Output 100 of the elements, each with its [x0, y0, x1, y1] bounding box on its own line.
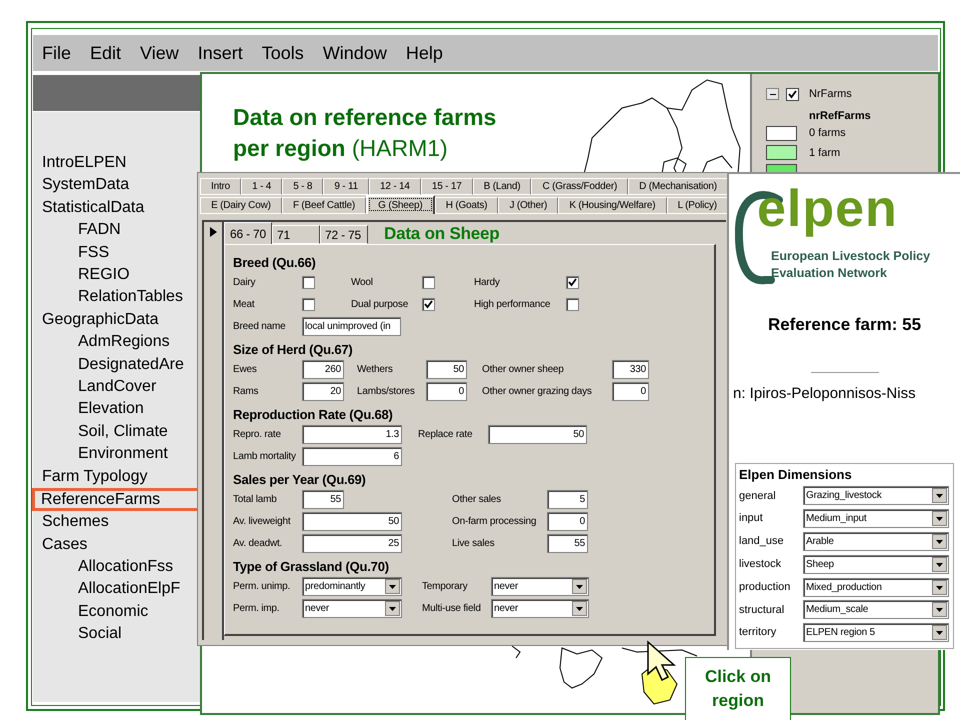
input-field[interactable]: 1.3 [302, 424, 402, 444]
tab[interactable]: L (Policy) [666, 197, 728, 214]
sidebar-item[interactable]: Economic [33, 600, 201, 624]
dropdown[interactable]: Grazing_livestock [803, 486, 949, 506]
tab[interactable]: F (Beef Cattle) [282, 197, 366, 214]
sidebar-item[interactable]: AllocationElpF [33, 578, 201, 601]
tab[interactable]: J (Other) [498, 197, 558, 214]
dropdown[interactable]: Medium_scale [803, 600, 949, 620]
dropdown[interactable]: Sheep [803, 554, 949, 574]
tab[interactable]: 5 - 8 [282, 178, 324, 195]
input-field[interactable]: 0 [426, 382, 467, 400]
menu-item[interactable]: File [42, 40, 72, 66]
checkbox[interactable] [422, 276, 435, 288]
tab[interactable]: 15 - 17 [420, 178, 473, 195]
tab[interactable]: 71 [272, 225, 320, 244]
field-label: On-farm processing [452, 514, 538, 528]
menu-item[interactable]: Tools [262, 40, 304, 66]
sidebar-item[interactable]: ReferenceFarms [32, 488, 200, 512]
sidebar-item[interactable]: RelationTables [33, 286, 201, 309]
sidebar-item[interactable]: AdmRegions [33, 331, 201, 354]
checkbox[interactable] [302, 298, 315, 310]
input-field[interactable]: 0 [547, 512, 588, 530]
row-selector-icon [210, 227, 216, 237]
dropdown[interactable]: predominantly [302, 576, 402, 596]
sidebar-item[interactable]: Cases [33, 534, 201, 556]
input-field[interactable]: 330 [612, 360, 649, 378]
input-field[interactable]: 5 [547, 490, 588, 508]
sidebar-item[interactable]: GeographicData [33, 308, 201, 332]
menu-item[interactable]: Insert [198, 40, 243, 66]
dropdown[interactable]: Mixed_production [803, 578, 949, 597]
input-field[interactable]: local unimproved (in [302, 316, 401, 336]
tab[interactable]: H (Goats) [434, 197, 498, 214]
input-field[interactable]: 25 [302, 534, 402, 552]
field-label: Rams [233, 384, 260, 398]
checkbox[interactable] [566, 298, 579, 310]
sidebar-item[interactable]: FSS [33, 242, 201, 264]
sidebar-item[interactable]: Elevation [33, 398, 201, 421]
sidebar-item[interactable]: FADN [33, 219, 201, 242]
tab[interactable]: G (Sheep) [366, 195, 435, 214]
tab[interactable]: 66 - 70 [224, 222, 272, 244]
menu-item[interactable]: Help [406, 40, 443, 66]
tab[interactable]: B (Land) [472, 178, 532, 195]
input-field[interactable]: 55 [302, 490, 344, 508]
dropdown[interactable]: Arable [803, 532, 949, 551]
tab[interactable]: Intro [200, 178, 242, 195]
tab[interactable]: C (Grass/Fodder) [531, 178, 628, 195]
collapse-toggle[interactable] [766, 88, 779, 100]
layer-checkbox[interactable] [786, 88, 799, 100]
callout-note: Click on region [685, 657, 791, 720]
sidebar-item[interactable]: StatisticalData [33, 196, 201, 220]
dropdown[interactable]: never [491, 576, 589, 596]
checkbox[interactable] [566, 276, 579, 288]
input-field[interactable]: 50 [488, 424, 587, 444]
input-field[interactable]: 0 [612, 382, 649, 400]
input-field[interactable]: 20 [302, 382, 344, 400]
tab[interactable]: K (Housing/Welfare) [558, 197, 666, 214]
legend-field: nrRefFarms [766, 108, 934, 122]
sidebar-item[interactable]: LandCover [33, 376, 201, 398]
legend-label: 1 farm [809, 146, 840, 160]
sidebar-item[interactable]: Soil, Climate [33, 420, 201, 444]
section-heading: Sales per Year (Qu.69) [233, 471, 367, 488]
field-label: Total lamb [233, 492, 278, 506]
sidebar-item[interactable]: REGIO [33, 264, 201, 286]
region-name: n: Ipiros-Peloponnisos-Niss [732, 384, 917, 404]
field-label: Multi-use field [422, 602, 482, 616]
sidebar-item[interactable]: IntroELPEN [33, 152, 201, 174]
field-label: Hardy [474, 276, 501, 290]
dropdown[interactable]: never [491, 598, 589, 618]
input-field[interactable]: 50 [426, 360, 467, 378]
sidebar-item[interactable]: SystemData [33, 174, 201, 197]
section-heading: Size of Herd (Qu.67) [233, 341, 354, 358]
tab[interactable]: E (Dairy Cow) [200, 197, 282, 214]
menu-item[interactable]: View [140, 40, 179, 66]
tab[interactable]: 72 - 75 [320, 225, 368, 244]
checkbox[interactable] [422, 298, 435, 310]
menu-item[interactable]: Edit [90, 40, 122, 66]
dropdown[interactable]: never [302, 598, 402, 618]
field-label: Repro. rate [233, 428, 282, 442]
tab[interactable]: D (Mechanisation) [628, 178, 728, 195]
menu-item[interactable]: Window [322, 40, 387, 66]
tab[interactable]: 12 - 14 [369, 178, 421, 195]
section-heading: Breed (Qu.66) [233, 254, 317, 271]
sidebar-item[interactable]: Schemes [33, 511, 201, 534]
tab[interactable]: 9 - 11 [323, 178, 369, 195]
tab[interactable]: 1 - 4 [241, 178, 282, 195]
sidebar-item[interactable]: Social [33, 623, 201, 646]
input-field[interactable]: 55 [547, 534, 588, 552]
input-field[interactable]: 260 [302, 360, 344, 378]
checkbox[interactable] [302, 276, 315, 288]
input-field[interactable]: 50 [302, 512, 402, 530]
input-field[interactable]: 6 [302, 446, 402, 466]
field-label: Lambs/stores [357, 384, 416, 398]
sidebar-item[interactable]: Farm Typology [33, 466, 201, 488]
dropdown[interactable]: Medium_input [803, 509, 949, 528]
field-label: Wethers [357, 362, 394, 376]
field-label: input [739, 511, 764, 526]
sidebar-item[interactable]: DesignatedAre [33, 354, 201, 376]
sidebar-item[interactable]: Environment [33, 443, 201, 466]
dropdown[interactable]: ELPEN region 5 [803, 623, 949, 642]
sidebar-item[interactable]: AllocationFss [33, 556, 201, 578]
